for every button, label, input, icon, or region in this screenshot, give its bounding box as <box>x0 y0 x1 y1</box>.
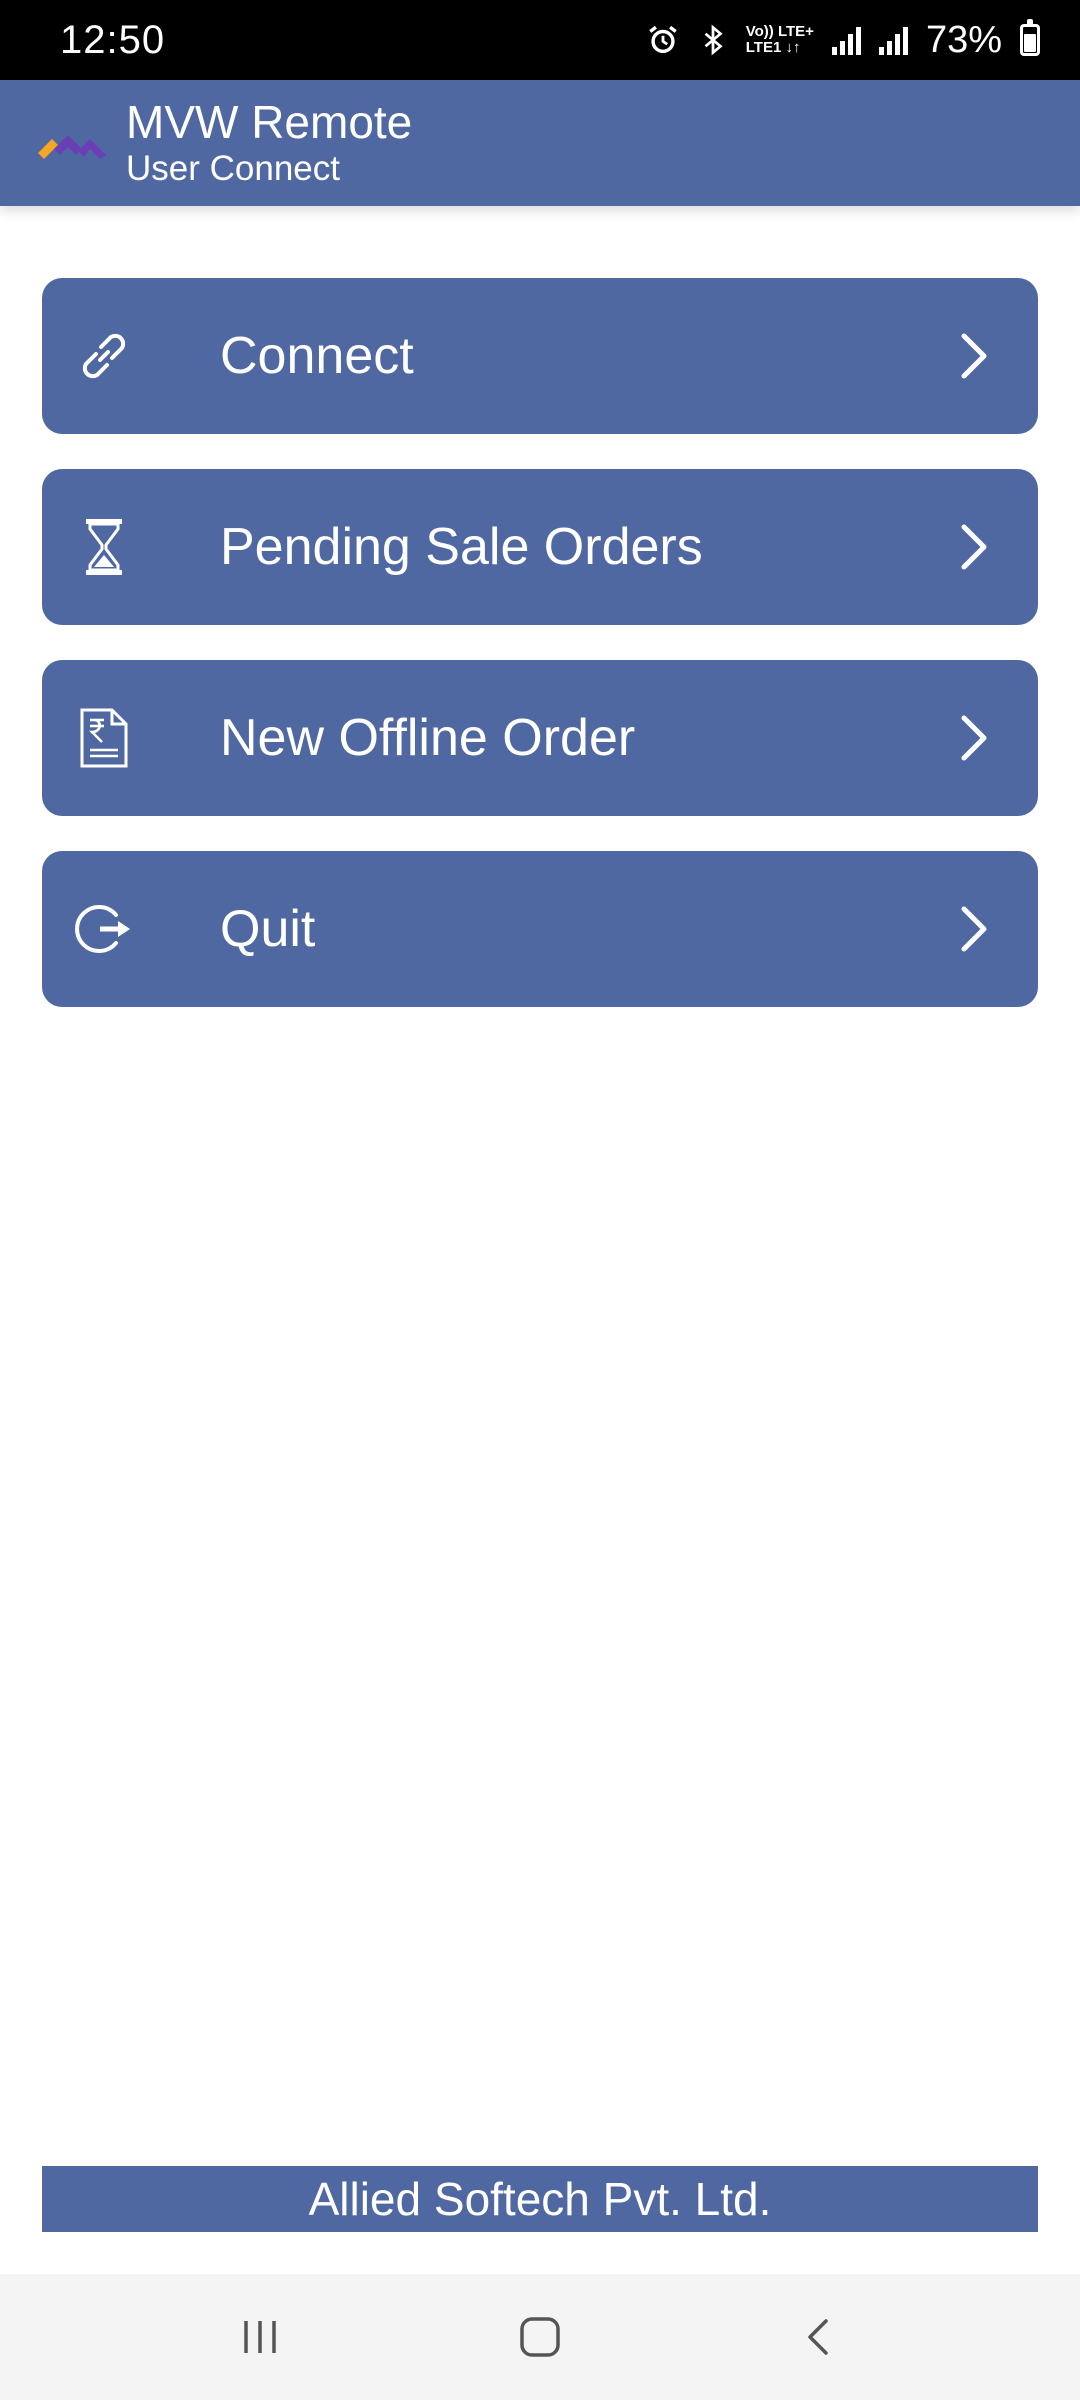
home-icon <box>520 2317 560 2357</box>
recent-apps-icon <box>244 2321 276 2353</box>
back-icon <box>808 2319 828 2355</box>
home-button[interactable] <box>500 2297 580 2377</box>
connect-button[interactable]: Connect <box>42 278 1038 434</box>
main-menu: Connect Pending Sale Orders New Offline … <box>42 278 1038 1042</box>
new-offline-order-label: New Offline Order <box>220 709 636 767</box>
rupee-document-icon <box>80 708 128 768</box>
battery-icon <box>1020 19 1040 56</box>
chevron-right-icon <box>961 906 987 952</box>
link-icon <box>82 333 126 379</box>
signal-icon-2 <box>878 25 908 55</box>
logout-icon <box>75 905 130 953</box>
hourglass-icon <box>86 519 122 575</box>
recent-apps-button[interactable] <box>220 2297 300 2377</box>
network-top: Vo)) LTE+ <box>745 23 814 40</box>
status-icons: Vo)) LTE+ LTE1 ↓↑ 73% <box>646 19 1040 62</box>
chevron-right-icon <box>961 524 987 570</box>
bluetooth-icon <box>698 22 728 58</box>
network-type: Vo)) LTE+ LTE1 ↓↑ <box>746 24 814 56</box>
app-title: MVW Remote <box>126 96 413 148</box>
app-logo-icon <box>38 135 106 159</box>
signal-icon <box>831 25 861 55</box>
new-offline-order-button[interactable]: New Offline Order <box>42 660 1038 816</box>
alarm-icon <box>646 23 680 57</box>
app-subtitle: User Connect <box>126 149 340 188</box>
network-bottom: LTE1 ↓↑ <box>745 39 801 56</box>
battery-percent: 73% <box>925 18 1002 61</box>
app-titles: MVW Remote User Connect <box>126 96 412 190</box>
status-bar: 12:50 Vo)) LTE+ LTE1 ↓↑ 73% <box>0 0 1080 80</box>
chevron-right-icon <box>961 715 987 761</box>
app-bar: MVW Remote User Connect <box>0 80 1080 206</box>
quit-button[interactable]: Quit <box>42 851 1038 1007</box>
connect-label: Connect <box>220 327 414 385</box>
status-time: 12:50 <box>60 17 166 62</box>
footer-company: Allied Softech Pvt. Ltd. <box>42 2166 1038 2232</box>
pending-sale-orders-label: Pending Sale Orders <box>220 518 703 576</box>
chevron-right-icon <box>961 333 987 379</box>
system-nav-bar <box>0 2274 1080 2400</box>
quit-label: Quit <box>220 900 316 958</box>
pending-sale-orders-button[interactable]: Pending Sale Orders <box>42 469 1038 625</box>
footer-text: Allied Softech Pvt. Ltd. <box>308 2173 772 2225</box>
back-button[interactable] <box>780 2297 860 2377</box>
